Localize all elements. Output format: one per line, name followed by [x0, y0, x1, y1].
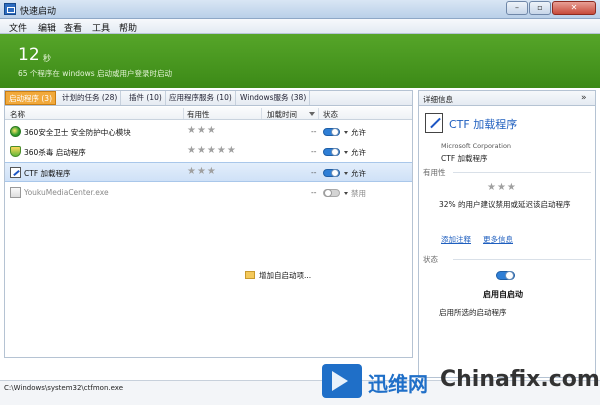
tab-strip: 启动程序 (3) 计划的任务 (28) 插件 (10) 应用程序服务 (10) …	[5, 91, 412, 106]
details-pane: 详细信息 » CTF 加载程序 Microsoft Corporation CT…	[418, 90, 596, 378]
maximize-button[interactable]: ▫	[529, 1, 551, 15]
table-row[interactable]: YoukuMediaCenter.exe -- 禁用	[5, 183, 412, 203]
360-icon	[10, 126, 21, 137]
folder-icon	[245, 271, 255, 279]
details-state-hint: 启用所选的启动程序	[439, 308, 507, 317]
rating-stars: ★★★	[187, 166, 217, 177]
row-load-time: --	[311, 127, 317, 136]
boot-time-unit: 秒	[43, 54, 51, 63]
section-divider	[453, 172, 591, 173]
banner-description: 65 个程序在 windows 启动或用户登录时启动	[18, 69, 173, 78]
selected-file-path: C:\Windows\system32\ctfmon.exe	[4, 384, 124, 392]
tab-plugins[interactable]: 插件 (10)	[126, 91, 166, 105]
watermark: 迅维网 Chinafix.com	[322, 360, 600, 405]
usefulness-section-label: 有用性	[423, 168, 446, 177]
row-load-time: --	[311, 147, 317, 156]
details-company: Microsoft Corporation	[441, 142, 512, 150]
details-header: 详细信息 »	[419, 91, 595, 106]
details-description: CTF 加载程序	[441, 154, 488, 163]
menu-tools[interactable]: 工具	[92, 21, 110, 34]
menu-view[interactable]: 查看	[64, 21, 82, 34]
details-enable-toggle[interactable]	[496, 271, 515, 280]
window-title: 快速启动	[20, 7, 57, 17]
title-bar: 快速启动 – ▫ ✕	[0, 0, 600, 19]
row-name: YoukuMediaCenter.exe	[24, 188, 109, 197]
tab-scheduled-tasks[interactable]: 计划的任务 (28)	[59, 91, 122, 105]
details-program-name: CTF 加载程序	[449, 118, 518, 131]
enable-toggle[interactable]	[323, 169, 340, 177]
summary-banner: 12 秒 65 个程序在 windows 启动或用户登录时启动	[0, 34, 600, 88]
rating-stars: ★★★	[187, 125, 217, 136]
menu-help[interactable]: 帮助	[119, 21, 137, 34]
chevron-down-icon[interactable]	[344, 172, 348, 175]
row-state: 允许	[351, 169, 366, 178]
row-name: 360杀毒 启动程序	[24, 148, 86, 157]
chevron-down-icon[interactable]	[344, 192, 348, 195]
collapse-icon[interactable]: »	[581, 93, 587, 103]
more-info-link[interactable]: 更多信息	[483, 234, 513, 245]
details-state-value: 启用自启动	[483, 290, 523, 299]
menu-bar: 文件 编辑 查看 工具 帮助	[0, 19, 600, 34]
boot-time-value: 12	[18, 45, 40, 65]
column-separator	[261, 108, 262, 119]
row-name: CTF 加载程序	[24, 169, 71, 178]
enable-toggle[interactable]	[323, 189, 340, 197]
chevron-down-icon[interactable]	[344, 151, 348, 154]
tab-app-services[interactable]: 应用程序服务 (10)	[166, 91, 236, 105]
ctf-icon	[10, 167, 21, 178]
ctf-icon	[425, 113, 443, 133]
chevron-down-icon[interactable]	[344, 131, 348, 134]
startup-list-pane: 启动程序 (3) 计划的任务 (28) 插件 (10) 应用程序服务 (10) …	[4, 90, 413, 358]
usefulness-text: 32% 的用户建议禁用或延迟该启动程序	[439, 200, 571, 209]
table-row[interactable]: 360安全卫士 安全防护中心模块 ★★★ -- 允许	[5, 122, 412, 142]
rating-stars: ★★★★★	[187, 145, 237, 156]
add-note-link[interactable]: 添加注释	[441, 234, 471, 245]
enable-toggle[interactable]	[323, 148, 340, 156]
shield-icon	[10, 146, 21, 157]
watermark-cn: 迅维网	[368, 372, 428, 396]
sort-arrow-icon	[309, 112, 315, 116]
table-row[interactable]: 360杀毒 启动程序 ★★★★★ -- 允许	[5, 142, 412, 162]
watermark-en: Chinafix.com	[440, 367, 600, 392]
row-load-time: --	[311, 168, 317, 177]
tab-startup-programs[interactable]: 启动程序 (3)	[5, 91, 57, 105]
column-state[interactable]: 状态	[323, 109, 338, 120]
add-startup-item-button[interactable]: 增加自启动项...	[245, 270, 311, 284]
row-state: 允许	[351, 148, 366, 157]
enable-toggle[interactable]	[323, 128, 340, 136]
row-state: 禁用	[351, 189, 366, 198]
menu-edit[interactable]: 编辑	[38, 21, 56, 34]
exe-icon	[10, 187, 21, 198]
details-title: 详细信息	[423, 95, 453, 104]
column-separator	[318, 108, 319, 119]
row-state: 允许	[351, 128, 366, 137]
column-usefulness[interactable]: 有用性	[187, 109, 210, 120]
tab-windows-services[interactable]: Windows服务 (38)	[237, 91, 311, 105]
column-load-time[interactable]: 加载时间	[267, 109, 297, 120]
menu-file[interactable]: 文件	[9, 21, 27, 34]
table-row-selected[interactable]: CTF 加载程序 ★★★ -- 允许	[5, 162, 412, 182]
column-header: 名称 有用性 加载时间 状态	[5, 107, 412, 120]
section-divider	[453, 259, 591, 260]
app-icon	[4, 3, 16, 15]
close-button[interactable]: ✕	[552, 1, 596, 15]
minimize-button[interactable]: –	[506, 1, 528, 15]
rating-stars: ★★★	[487, 182, 517, 193]
add-startup-item-label: 增加自启动项...	[259, 271, 312, 280]
column-name[interactable]: 名称	[10, 109, 25, 120]
state-section-label: 状态	[423, 255, 438, 264]
row-load-time: --	[311, 188, 317, 197]
play-logo-icon	[322, 364, 362, 398]
column-separator	[183, 108, 184, 119]
row-name: 360安全卫士 安全防护中心模块	[24, 128, 131, 137]
